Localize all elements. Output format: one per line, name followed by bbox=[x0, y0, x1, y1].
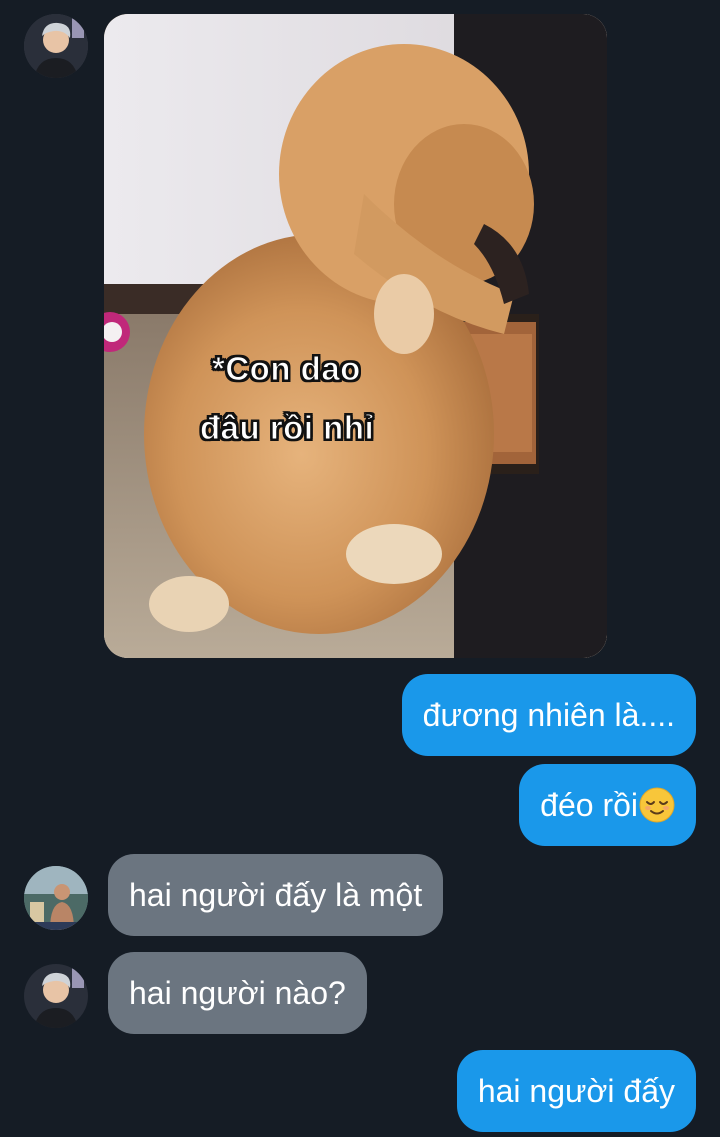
sent-message-1[interactable]: đương nhiên là.... bbox=[401, 674, 696, 756]
sent-message-3-text: hai người đấy bbox=[477, 1073, 675, 1109]
received-message-2[interactable]: hai người nào? bbox=[108, 952, 367, 1034]
sent-message-1-text: đương nhiên là.... bbox=[422, 697, 675, 733]
relieved-face-icon bbox=[639, 787, 675, 823]
meme-caption-line-2: đâu rồi nhỉ bbox=[200, 409, 375, 447]
sender-avatar-2[interactable] bbox=[24, 964, 88, 1028]
friend-avatar[interactable] bbox=[24, 866, 88, 930]
sender-avatar[interactable] bbox=[24, 14, 88, 78]
received-message-1-text: hai người đấy là một bbox=[129, 877, 423, 913]
chat-thread: *Con dao đâu rồi nhỉ đương nhiên là.... … bbox=[0, 0, 720, 1137]
sent-message-2[interactable]: đéo rồi bbox=[519, 764, 696, 846]
received-message-2-text: hai người nào? bbox=[129, 975, 346, 1011]
meme-caption-line-1: *Con dao bbox=[212, 350, 361, 388]
sent-message-2-text: đéo rồi bbox=[540, 787, 638, 823]
meme-image-message[interactable]: *Con dao đâu rồi nhỉ bbox=[104, 14, 607, 658]
sent-message-3[interactable]: hai người đấy bbox=[456, 1050, 696, 1132]
received-message-1[interactable]: hai người đấy là một bbox=[108, 854, 444, 936]
